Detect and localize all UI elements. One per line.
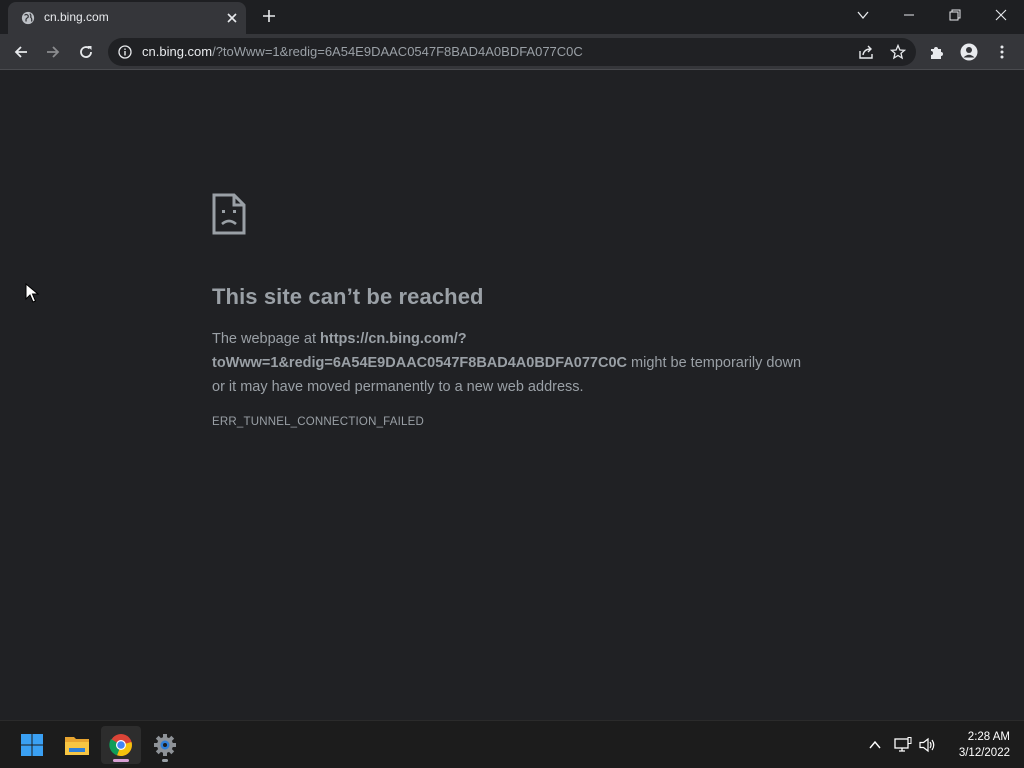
volume-button[interactable] bbox=[919, 736, 937, 754]
address-host: cn.bing.com bbox=[142, 44, 213, 59]
error-url-part-1: https://cn.bing.com/? bbox=[320, 331, 467, 347]
page-content: This site can’t be reached The webpage a… bbox=[0, 71, 1024, 718]
new-tab-button[interactable] bbox=[261, 8, 277, 24]
address-path: /?toWww=1&redig=6A54E9DAAC0547F8BAD4A0BD… bbox=[212, 44, 583, 59]
clock-date: 3/12/2022 bbox=[958, 747, 1010, 759]
mouse-cursor-icon bbox=[25, 283, 39, 303]
network-button[interactable] bbox=[894, 736, 912, 754]
tab-close-icon[interactable] bbox=[224, 10, 240, 26]
error-desc-prefix: The webpage at bbox=[212, 331, 321, 347]
error-description: The webpage at https://cn.bing.com/? toWw… bbox=[212, 327, 812, 399]
kebab-menu-icon bbox=[1000, 45, 1004, 59]
network-icon bbox=[894, 737, 912, 752]
active-app-indicator bbox=[113, 759, 129, 762]
forward-button[interactable] bbox=[44, 43, 62, 61]
profile-button[interactable] bbox=[960, 43, 978, 61]
taskbar: 2:28 AM 3/12/2022 bbox=[0, 720, 1024, 768]
running-app-indicator bbox=[162, 759, 168, 762]
extensions-button[interactable] bbox=[928, 43, 946, 61]
show-hidden-icons-button[interactable] bbox=[866, 736, 884, 754]
tab-title: cn.bing.com bbox=[44, 10, 109, 24]
minimize-icon bbox=[904, 14, 914, 16]
error-title: This site can’t be reached bbox=[212, 284, 484, 309]
address-bar[interactable]: cn.bing.com/?toWww=1&redig=6A54E9DAAC054… bbox=[108, 38, 916, 66]
close-window-button[interactable] bbox=[991, 6, 1011, 24]
file-explorer-icon bbox=[65, 737, 89, 755]
error-url-part-2: toWww=1&redig=6A54E9DAAC0547F8BAD4A0BDFA… bbox=[212, 355, 627, 371]
error-code: ERR_TUNNEL_CONNECTION_FAILED bbox=[212, 416, 425, 428]
arrow-left-icon bbox=[14, 46, 27, 58]
close-icon bbox=[995, 9, 1007, 21]
restore-button[interactable] bbox=[945, 6, 965, 24]
bookmark-star-icon[interactable] bbox=[890, 44, 906, 60]
puzzle-icon bbox=[931, 47, 943, 59]
address-url[interactable]: cn.bing.com/?toWww=1&redig=6A54E9DAAC054… bbox=[142, 44, 583, 59]
share-icon[interactable] bbox=[858, 44, 874, 60]
browser-tab[interactable]: cn.bing.com bbox=[8, 2, 246, 34]
chevron-up-icon bbox=[869, 740, 881, 749]
browser-toolbar: cn.bing.com/?toWww=1&redig=6A54E9DAAC054… bbox=[0, 34, 1024, 70]
reload-button[interactable] bbox=[77, 43, 95, 61]
minimize-button[interactable] bbox=[899, 6, 919, 24]
chevron-down-icon bbox=[857, 11, 869, 20]
globe-icon bbox=[21, 11, 35, 25]
reload-icon bbox=[80, 46, 92, 58]
chrome-taskbar-button[interactable] bbox=[101, 726, 141, 764]
arrow-right-icon bbox=[47, 46, 60, 58]
start-icon bbox=[21, 734, 43, 756]
settings-icon bbox=[154, 734, 176, 756]
restore-icon bbox=[949, 9, 961, 21]
tab-search-button[interactable] bbox=[853, 6, 873, 24]
file-explorer-button[interactable] bbox=[57, 726, 97, 764]
avatar-icon bbox=[960, 43, 978, 61]
taskbar-clock[interactable]: 2:28 AM 3/12/2022 bbox=[940, 729, 1010, 761]
settings-taskbar-button[interactable] bbox=[145, 726, 185, 764]
chrome-icon bbox=[109, 734, 132, 757]
speaker-icon bbox=[919, 737, 935, 753]
sad-page-icon bbox=[212, 193, 246, 235]
tab-strip: cn.bing.com bbox=[0, 0, 1024, 34]
back-button[interactable] bbox=[12, 43, 30, 61]
info-icon[interactable] bbox=[118, 45, 132, 59]
menu-button[interactable] bbox=[993, 43, 1011, 61]
clock-time: 2:28 AM bbox=[967, 731, 1010, 743]
start-button[interactable] bbox=[12, 726, 52, 764]
